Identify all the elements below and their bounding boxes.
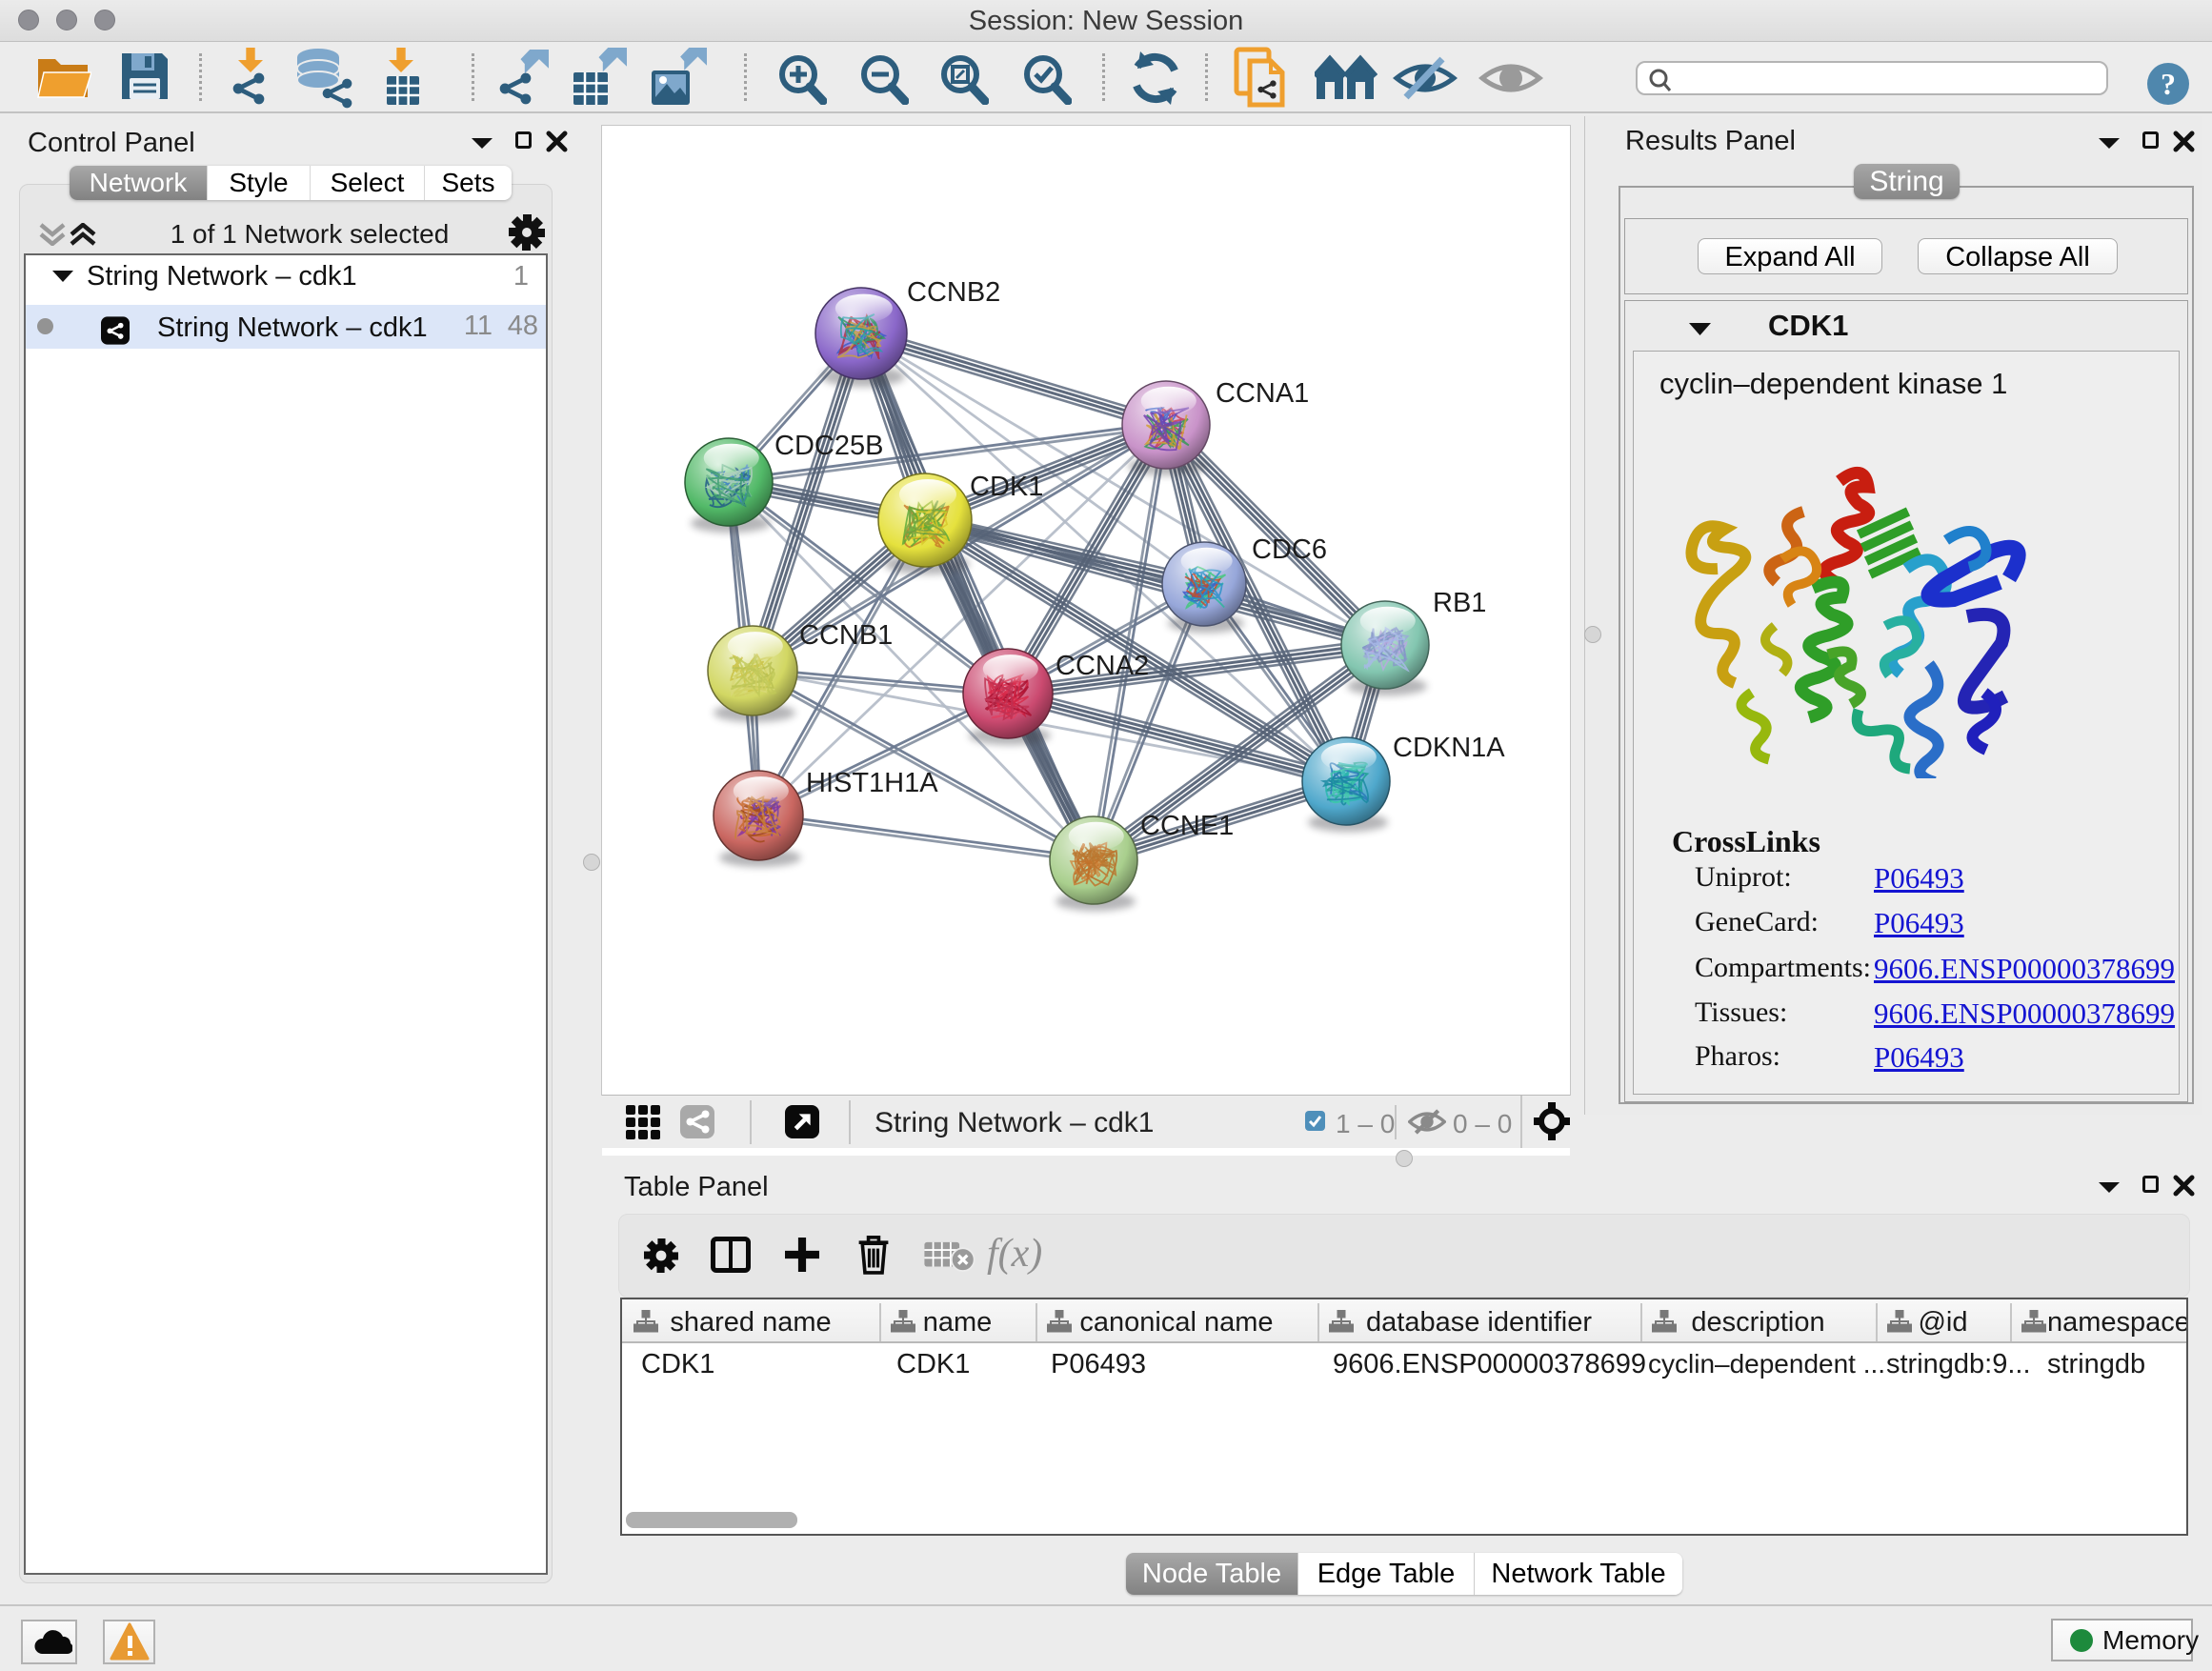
- svg-text:CDC25B: CDC25B: [774, 431, 883, 461]
- svg-text:CCNB2: CCNB2: [907, 277, 1000, 308]
- svg-text:CCNA1: CCNA1: [1216, 378, 1309, 409]
- svg-text:CCNA2: CCNA2: [1056, 651, 1149, 681]
- svg-text:CDC6: CDC6: [1252, 534, 1327, 565]
- svg-text:HIST1H1A: HIST1H1A: [806, 768, 938, 798]
- svg-text:CDKN1A: CDKN1A: [1393, 733, 1505, 763]
- svg-text:CCNB1: CCNB1: [799, 620, 893, 651]
- svg-text:CCNE1: CCNE1: [1140, 811, 1234, 841]
- svg-text:CDK1: CDK1: [970, 472, 1043, 502]
- svg-text:RB1: RB1: [1433, 588, 1486, 618]
